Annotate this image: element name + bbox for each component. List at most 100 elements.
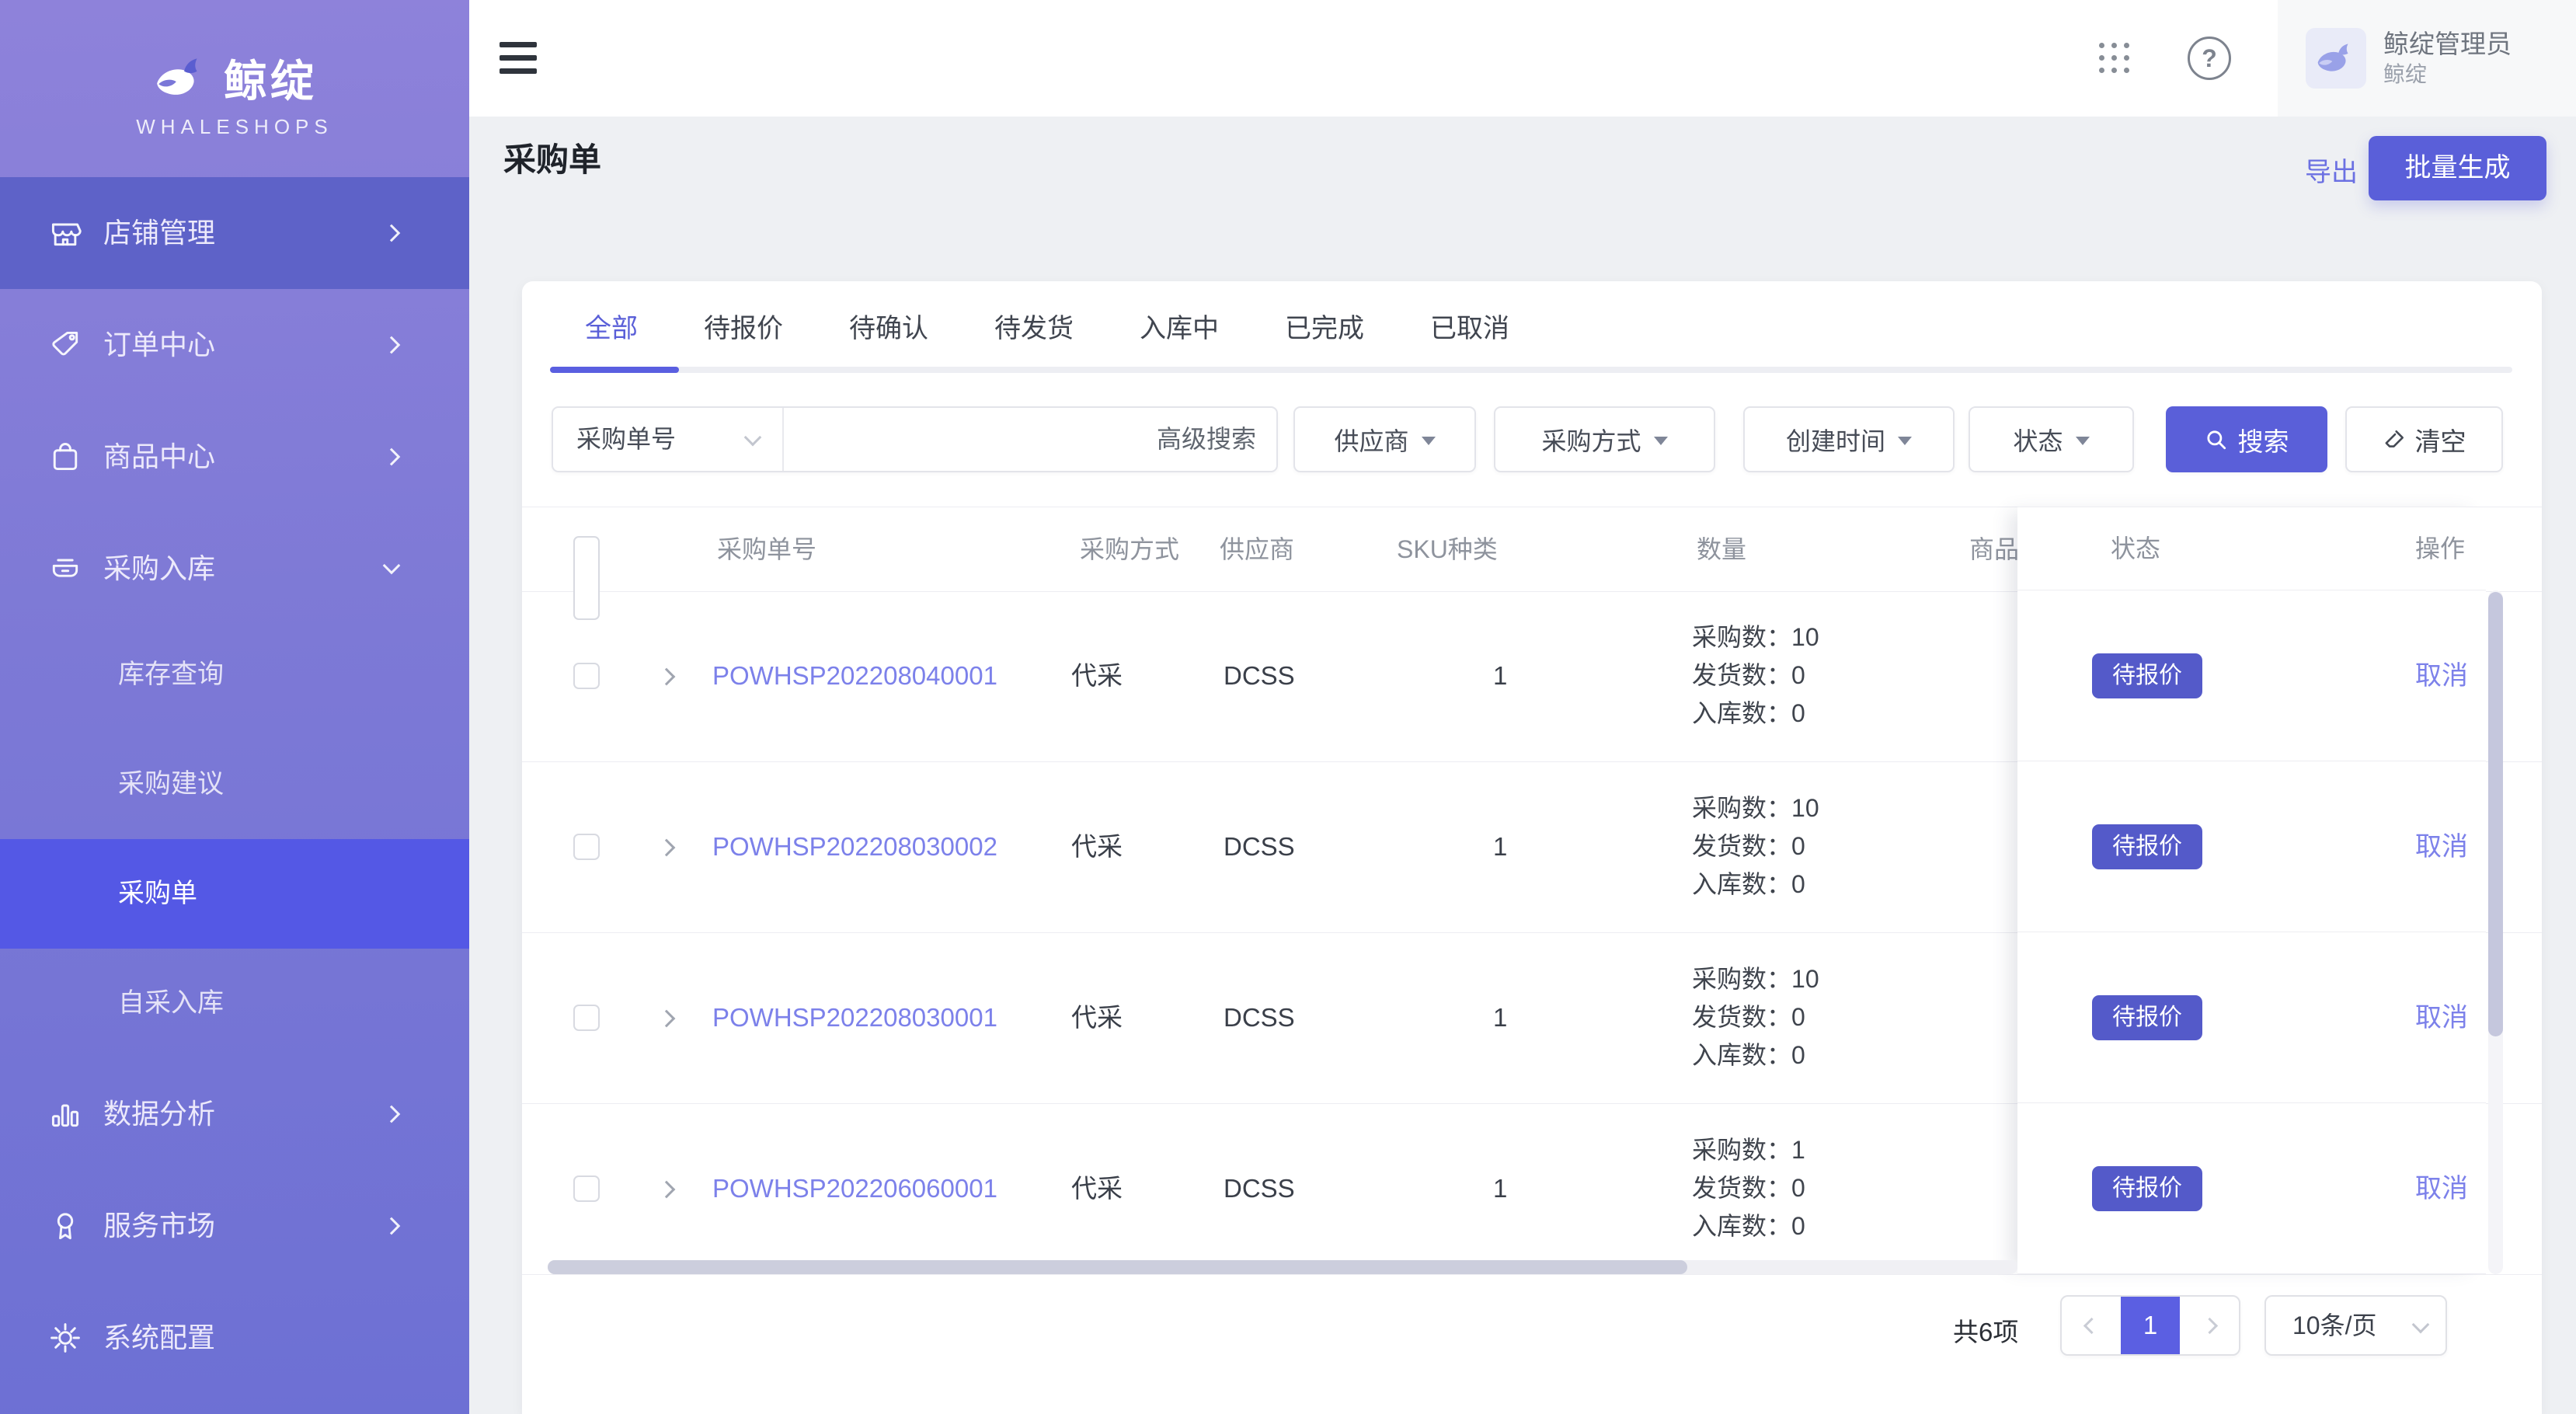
status-badge: 待报价 [2092, 995, 2202, 1040]
expand-row-icon[interactable] [658, 839, 676, 857]
medal-icon [48, 1209, 82, 1243]
storefront-icon [48, 216, 82, 250]
caret-down-icon [1654, 437, 1668, 445]
sidebar-item-system-config[interactable]: 系统配置 [0, 1282, 469, 1394]
order-number-link[interactable]: POWHSP202208030001 [712, 932, 997, 1103]
row-checkbox[interactable] [573, 663, 600, 689]
search-input[interactable]: 高级搜索 [784, 408, 1276, 471]
chevron-right-icon [383, 1106, 401, 1123]
pager: 1 [2060, 1295, 2240, 1356]
order-number-link[interactable]: POWHSP202208030002 [712, 761, 997, 932]
fixed-columns-panel: 状态 操作 待报价 取消 待报价 取消 待报价 取消 待报价 取消 [2017, 507, 2486, 1274]
batch-generate-button[interactable]: 批量生成 [2369, 136, 2546, 200]
expand-row-icon[interactable] [658, 1181, 676, 1199]
export-button[interactable]: 导出 [2296, 151, 2366, 189]
cancel-link[interactable]: 取消 [2415, 932, 2468, 1103]
basket-icon [48, 552, 82, 586]
status-filter[interactable]: 状态 [1969, 406, 2134, 472]
expand-row-icon[interactable] [658, 668, 676, 686]
hamburger-menu-icon[interactable] [500, 42, 537, 74]
prev-page-button[interactable] [2062, 1297, 2121, 1354]
tab-pending-quote[interactable]: 待报价 [704, 311, 783, 347]
col-order-no: 采购单号 [717, 507, 816, 591]
col-method: 采购方式 [1080, 507, 1179, 591]
sidebar-subitem-self-purchase-inbound[interactable]: 自采入库 [0, 949, 469, 1058]
sidebar-subitem-purchase-order[interactable]: 采购单 [0, 839, 469, 949]
caret-down-icon [1898, 437, 1912, 445]
eraser-icon [2383, 428, 2406, 451]
tab-inbound[interactable]: 入库中 [1140, 311, 1219, 347]
chevron-right-icon [383, 1217, 401, 1235]
chevron-down-icon [744, 429, 762, 447]
col-status: 状态 [2111, 507, 2160, 590]
vertical-scrollbar-thumb[interactable] [2488, 592, 2503, 1036]
sidebar-item-data-analysis[interactable]: 数据分析 [0, 1058, 469, 1170]
purchase-method-filter[interactable]: 采购方式 [1494, 406, 1715, 472]
sidebar-subitem-purchase-suggestion[interactable]: 采购建议 [0, 730, 469, 839]
order-number-link[interactable]: POWHSP202208040001 [712, 590, 997, 761]
vertical-scrollbar[interactable] [2488, 590, 2503, 1274]
col-sku: SKU种类 [1397, 507, 1498, 591]
help-icon[interactable]: ? [2188, 37, 2231, 80]
sidebar-item-store-management[interactable]: 店铺管理 [0, 177, 469, 289]
brand-subtitle: WHALESHOPS [0, 115, 469, 139]
created-time-filter[interactable]: 创建时间 [1743, 406, 1955, 472]
fixed-row: 待报价 取消 [2017, 590, 2486, 761]
whale-avatar-icon [2314, 42, 2358, 75]
tab-pending-ship[interactable]: 待发货 [994, 311, 1074, 347]
page-title: 采购单 [503, 134, 601, 181]
clear-button[interactable]: 清空 [2345, 406, 2503, 472]
page-number-active[interactable]: 1 [2121, 1297, 2180, 1354]
horizontal-scrollbar-thumb[interactable] [548, 1260, 1687, 1274]
tab-cancelled[interactable]: 已取消 [1430, 311, 1509, 347]
fixed-row: 待报价 取消 [2017, 932, 2486, 1103]
col-qty: 数量 [1697, 507, 1746, 591]
fixed-row: 待报价 取消 [2017, 761, 2486, 932]
expand-row-icon[interactable] [658, 1010, 676, 1028]
status-badge: 待报价 [2092, 653, 2202, 698]
quantity-summary: 采购数：10 发货数：0 入库数：0 [1692, 960, 2003, 1074]
fixed-row: 待报价 取消 [2017, 1103, 2486, 1274]
sidebar: 鲸绽 WHALESHOPS 店铺管理 订单中心 商品中心 采购入库 [0, 0, 469, 1414]
status-badge: 待报价 [2092, 824, 2202, 869]
apps-grid-icon[interactable] [2099, 43, 2129, 73]
supplier-filter[interactable]: 供应商 [1293, 406, 1476, 472]
user-panel[interactable]: 鲸绽管理员 鲸绽 [2278, 0, 2576, 117]
sidebar-item-purchase-inbound[interactable]: 采购入库 [0, 513, 469, 625]
purchase-order-card: 全部 待报价 待确认 待发货 入库中 已完成 已取消 采购单号 高级搜索 供应商… [522, 281, 2542, 1414]
brand-logo: 鲸绽 [0, 45, 469, 110]
sidebar-item-order-center[interactable]: 订单中心 [0, 289, 469, 401]
page-size-select[interactable]: 10条/页 [2264, 1295, 2447, 1356]
quantity-summary: 采购数：1 发货数：0 入库数：0 [1692, 1131, 2003, 1245]
tab-pending-confirm[interactable]: 待确认 [849, 311, 928, 347]
search-type-select[interactable]: 采购单号 [553, 408, 784, 471]
order-number-link[interactable]: POWHSP202206060001 [712, 1103, 997, 1274]
cancel-link[interactable]: 取消 [2415, 1103, 2468, 1274]
next-page-button[interactable] [2180, 1297, 2239, 1354]
search-button[interactable]: 搜索 [2166, 406, 2327, 472]
row-checkbox[interactable] [573, 1175, 600, 1202]
quantity-summary: 采购数：10 发货数：0 入库数：0 [1692, 618, 2003, 733]
bar-chart-icon [48, 1097, 82, 1131]
tab-track [552, 367, 2512, 373]
sidebar-item-service-market[interactable]: 服务市场 [0, 1170, 469, 1282]
horizontal-scrollbar[interactable] [548, 1260, 2017, 1274]
sidebar-item-product-center[interactable]: 商品中心 [0, 401, 469, 513]
cancel-link[interactable]: 取消 [2415, 761, 2468, 932]
cancel-link[interactable]: 取消 [2415, 590, 2468, 761]
fixed-header: 状态 操作 [2017, 507, 2486, 590]
row-checkbox[interactable] [573, 1005, 600, 1031]
tag-icon [48, 328, 82, 362]
user-org: 鲸绽 [2383, 61, 2512, 89]
tab-all[interactable]: 全部 [585, 311, 638, 347]
chevron-right-icon [383, 225, 401, 242]
advanced-search-link[interactable]: 高级搜索 [1157, 408, 1256, 471]
row-checkbox[interactable] [573, 834, 600, 860]
chevron-down-icon [2412, 1316, 2430, 1334]
sidebar-subitem-inventory-query[interactable]: 库存查询 [0, 620, 469, 730]
status-tabs: 全部 待报价 待确认 待发货 入库中 已完成 已取消 [585, 311, 1509, 347]
total-count: 共6项 [1953, 1311, 2018, 1349]
chevron-right-icon [2201, 1317, 2217, 1333]
tab-completed[interactable]: 已完成 [1285, 311, 1364, 347]
avatar [2306, 28, 2366, 89]
